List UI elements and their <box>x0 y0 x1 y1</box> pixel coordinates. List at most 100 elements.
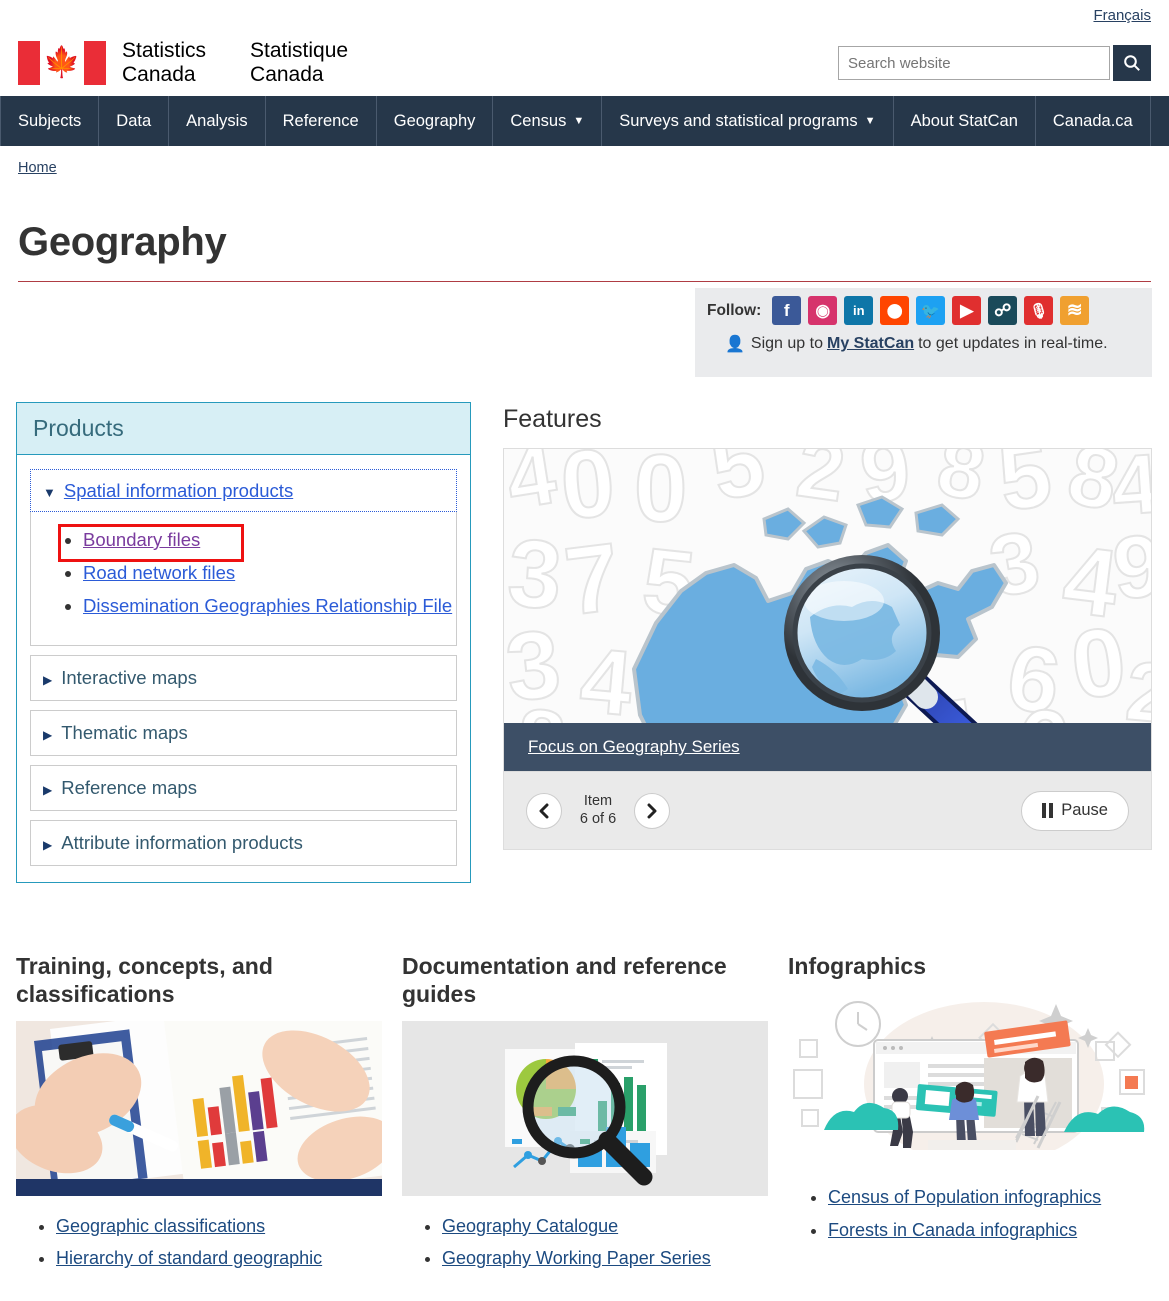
column-heading: Documentation and reference guides <box>402 953 727 1008</box>
accordion-header-label[interactable]: Spatial information products <box>64 480 293 501</box>
accordion-attribute-information-products[interactable]: ▶ Attribute information products <box>30 819 457 866</box>
wordmark-en-line2: Canada <box>122 63 196 86</box>
wordmark-en-line1: Statistics <box>122 39 207 63</box>
carousel-pause-button[interactable]: Pause <box>1021 790 1129 831</box>
column-heading: Training, concepts, and classifications <box>16 953 273 1008</box>
nav-item-reference[interactable]: Reference <box>266 96 377 146</box>
list-item: Geography Catalogue <box>442 1210 768 1243</box>
linkedin-icon[interactable]: in <box>844 296 874 325</box>
link-dissemination-geographies-relationship-file[interactable]: Dissemination Geographies Relationship F… <box>83 595 452 616</box>
accordion-interactive-maps[interactable]: ▶ Interactive maps <box>30 654 457 701</box>
nav-item-canada-ca[interactable]: Canada.ca <box>1036 96 1151 146</box>
triangle-down-icon: ▼ <box>43 485 56 500</box>
carousel-slide[interactable]: 4 0 0 5 2 9 8 5 8 4 3 7 5 3 4 9 3 4 6 0 <box>504 449 1151 771</box>
nav-item-label: Reference <box>282 111 359 130</box>
link-geography-working-paper-series[interactable]: Geography Working Paper Series <box>442 1248 711 1268</box>
rss-icon[interactable]: ≋ <box>1060 296 1090 325</box>
products-panel: Products ▼ Spatial information products B… <box>16 402 471 883</box>
nav-item-analysis[interactable]: Analysis <box>169 96 266 146</box>
column-link-list: Geographic classifications Hierarchy of s… <box>16 1210 382 1276</box>
spatial-product-item: Road network files <box>83 557 456 590</box>
accordion-reference-maps[interactable]: ▶ Reference maps <box>30 764 457 811</box>
flag-right-band <box>84 41 106 85</box>
chevron-left-icon <box>539 803 549 818</box>
spatial-product-item: Boundary files <box>83 524 456 557</box>
carousel-caption-link[interactable]: Focus on Geography Series <box>528 737 740 756</box>
link-census-of-population-infographics[interactable]: Census of Population infographics <box>828 1187 1101 1207</box>
carousel-item-counter: Item 6 of 6 <box>571 793 625 828</box>
language-bar: Français <box>0 0 1169 30</box>
triangle-right-icon: ▶ <box>43 672 53 687</box>
breadcrumb: Home <box>0 146 1169 176</box>
magnifying-glass-over-charts-illustration <box>402 1020 768 1196</box>
page-title: Geography <box>18 220 1151 282</box>
nav-item-about-statcan[interactable]: About StatCan <box>894 96 1036 146</box>
chevron-down-icon: ▼ <box>864 115 876 127</box>
mobile-touch-icon[interactable]: ☍ <box>988 296 1018 325</box>
follow-label: Follow: <box>707 301 762 319</box>
instagram-icon[interactable]: ◉ <box>808 296 838 325</box>
facebook-icon[interactable]: f <box>772 296 802 325</box>
nav-item-geography[interactable]: Geography <box>377 96 494 146</box>
link-geography-catalogue[interactable]: Geography Catalogue <box>442 1216 618 1236</box>
link-boundary-files[interactable]: Boundary files <box>83 529 200 550</box>
carousel-prev-button[interactable] <box>526 792 562 829</box>
accordion-header-label: Thematic maps <box>61 721 188 743</box>
hands-analyzing-bar-chart-photo <box>16 1020 382 1196</box>
flag-left-band <box>18 41 40 85</box>
content-column: Documentation and reference guides • Geo… <box>402 952 768 1275</box>
reddit-icon[interactable]: ⬤ <box>880 296 910 325</box>
podcast-microphone-icon[interactable]: 🎙 <box>1024 296 1054 325</box>
carousel-next-button[interactable] <box>634 792 670 829</box>
carousel-caption: Focus on Geography Series <box>504 723 1151 771</box>
link-forests-in-canada-infographics[interactable]: Forests in Canada infographics <box>828 1220 1077 1240</box>
link-geographic-classifications[interactable]: Geographic classifications <box>56 1216 265 1236</box>
svg-text:0: 0 <box>634 449 687 542</box>
nav-item-label: Geography <box>393 111 476 130</box>
column-link-list: Census of Population infographics Forests… <box>788 1181 1154 1247</box>
social-icon-row: Follow: f ◉ in ⬤ 🐦 ▶ ☍ 🎙 ≋ <box>707 296 1140 325</box>
features-carousel: 4 0 0 5 2 9 8 5 8 4 3 7 5 3 4 9 3 4 6 0 <box>503 448 1152 850</box>
signup-suffix-text: to get updates in real-time. <box>918 335 1108 352</box>
list-item: Census of Population infographics <box>828 1181 1154 1214</box>
accordion-panel-spatial: Boundary files Road network files Dissemin… <box>30 512 457 646</box>
nav-item-census[interactable]: Census ▼ <box>493 96 603 146</box>
youtube-icon[interactable]: ▶ <box>952 296 982 325</box>
svg-text:9: 9 <box>1109 515 1151 618</box>
spatial-product-item: Dissemination Geographies Relationship F… <box>83 590 456 623</box>
breadcrumb-item-home[interactable]: Home <box>18 160 57 176</box>
link-road-network-files[interactable]: Road network files <box>83 562 235 583</box>
nav-item-label: Surveys and statistical programs <box>619 111 858 130</box>
nav-item-surveys-and-statistical-programs[interactable]: Surveys and statistical programs ▼ <box>602 96 894 146</box>
canada-flag-logo: 🍁 <box>18 41 106 85</box>
search-button[interactable] <box>1113 45 1151 81</box>
nav-item-subjects[interactable]: Subjects <box>0 96 100 146</box>
search-input[interactable] <box>838 46 1110 80</box>
nav-item-label: Census <box>510 111 567 130</box>
triangle-right-icon: ▶ <box>43 727 53 742</box>
language-toggle-link[interactable]: Français <box>1093 7 1151 24</box>
carousel-item-position: 6 of 6 <box>579 810 617 827</box>
my-statcan-signup: 👤 Sign up to My StatCan to get updates i… <box>707 334 1140 354</box>
chevron-right-icon <box>647 803 657 818</box>
column-link-list: Geography Catalogue Geography Working Pap… <box>402 1210 768 1276</box>
pause-button-label: Pause <box>1061 801 1108 819</box>
nav-item-label: Analysis <box>186 111 248 130</box>
accordion-thematic-maps[interactable]: ▶ Thematic maps <box>30 709 457 756</box>
link-hierarchy-of-standard-geographic[interactable]: Hierarchy of standard geographic <box>56 1248 322 1268</box>
twitter-icon[interactable]: 🐦 <box>916 296 946 325</box>
accordion-header-label: Reference maps <box>61 776 197 798</box>
accordion-header-label: Interactive maps <box>61 666 197 688</box>
my-statcan-link[interactable]: My StatCan <box>827 335 914 353</box>
statistics-canada-wordmark: Statistics Canada Statistique Canada <box>122 39 370 86</box>
triangle-right-icon: ▶ <box>43 837 53 852</box>
nav-item-label: Data <box>116 111 152 130</box>
nav-item-data[interactable]: Data <box>99 96 170 146</box>
nav-item-label: Canada.ca <box>1052 111 1133 130</box>
site-search <box>838 45 1151 81</box>
accordion-spatial-information-products[interactable]: ▼ Spatial information products <box>30 469 457 512</box>
nav-item-label: Subjects <box>18 111 82 130</box>
carousel-controls: Item 6 of 6 Pause <box>504 771 1151 849</box>
spatial-products-list: Boundary files Road network files Dissemin… <box>31 524 456 623</box>
products-accordion: ▼ Spatial information products Boundary f… <box>17 455 470 882</box>
